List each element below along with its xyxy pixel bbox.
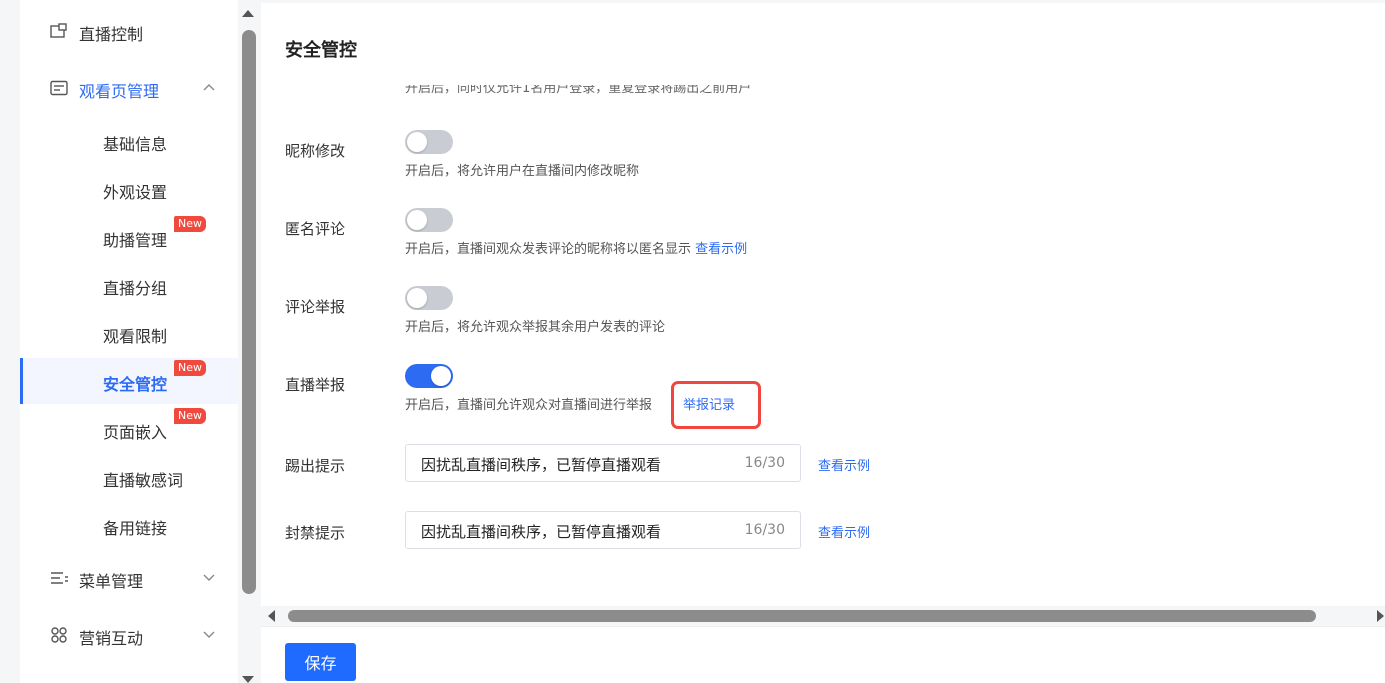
menu-icon bbox=[51, 572, 68, 584]
sidebar-item-appearance[interactable]: 外观设置 bbox=[20, 166, 238, 212]
sidebar: 直播控制 观看页管理 基础信息 外观设置 助播管理 New 直播分组 观看限制 … bbox=[0, 0, 260, 683]
chevron-down-icon bbox=[203, 574, 215, 581]
sidebar-group-menu[interactable]: 菜单管理 bbox=[20, 558, 238, 598]
setting-label: 直播举报 bbox=[285, 376, 346, 394]
sidebar-item-security[interactable]: 安全管控 New bbox=[20, 358, 238, 404]
kick-tip-input[interactable]: 因扰乱直播间秩序，已暂停直播观看 16/30 bbox=[405, 444, 801, 482]
toggle-knob bbox=[407, 210, 427, 230]
sidebar-item-sensitive-words[interactable]: 直播敏感词 bbox=[20, 454, 238, 500]
page-title: 安全管控 bbox=[285, 40, 357, 61]
anonymous-comment-toggle[interactable] bbox=[405, 208, 453, 232]
footer-bar: 保存 bbox=[261, 626, 1385, 683]
setting-label: 匿名评论 bbox=[285, 220, 346, 238]
horizontal-scrollbar[interactable] bbox=[261, 606, 1385, 626]
sidebar-group-label: 菜单管理 bbox=[79, 572, 144, 591]
setting-description: 开启后，将允许观众举报其余用户发表的评论 bbox=[405, 320, 666, 335]
sidebar-group-watch-page[interactable]: 观看页管理 bbox=[20, 68, 238, 108]
chevron-down-icon bbox=[203, 631, 215, 638]
setting-label: 封禁提示 bbox=[285, 524, 346, 542]
setting-description: 开启后，直播间允许观众对直播间进行举报 bbox=[405, 398, 653, 413]
toggle-knob bbox=[431, 366, 451, 386]
sidebar-scrollbar-thumb[interactable] bbox=[242, 30, 256, 594]
toggle-knob bbox=[407, 288, 427, 308]
description-text: 开启后，直播间观众发表评论的昵称将以匿名显示 bbox=[405, 242, 692, 257]
nickname-toggle[interactable] bbox=[405, 130, 453, 154]
live-control-icon bbox=[50, 23, 67, 38]
sidebar-item-watch-limit[interactable]: 观看限制 bbox=[20, 310, 238, 356]
setting-label: 昵称修改 bbox=[285, 142, 346, 160]
setting-description: 开启后，直播间观众发表评论的昵称将以匿名显示 查看示例 bbox=[405, 238, 747, 257]
sidebar-item-backup-link[interactable]: 备用链接 bbox=[20, 502, 238, 548]
sidebar-item-basic-info[interactable]: 基础信息 bbox=[20, 118, 238, 164]
view-example-link[interactable]: 查看示例 bbox=[695, 242, 747, 257]
ban-tip-input[interactable]: 因扰乱直播间秩序，已暂停直播观看 16/30 bbox=[405, 511, 801, 549]
scroll-left-arrow-icon[interactable] bbox=[268, 610, 275, 622]
sidebar-group-marketing[interactable]: 营销互动 bbox=[20, 615, 238, 655]
sidebar-item-label: 直播分组 bbox=[103, 279, 168, 298]
comment-report-toggle[interactable] bbox=[405, 286, 453, 310]
char-count: 16/30 bbox=[744, 455, 785, 471]
chevron-up-icon bbox=[203, 84, 215, 91]
sidebar-group-label: 观看页管理 bbox=[79, 82, 160, 101]
sidebar-item-live-group[interactable]: 直播分组 bbox=[20, 262, 238, 308]
scroll-down-arrow-icon[interactable] bbox=[242, 676, 254, 683]
sidebar-nav: 直播控制 观看页管理 基础信息 外观设置 助播管理 New 直播分组 观看限制 … bbox=[20, 0, 238, 683]
setting-label: 评论举报 bbox=[285, 298, 346, 316]
sidebar-edge bbox=[0, 0, 20, 683]
view-example-link[interactable]: 查看示例 bbox=[818, 455, 870, 474]
view-example-link[interactable]: 查看示例 bbox=[818, 522, 870, 541]
setting-label: 踢出提示 bbox=[285, 457, 346, 475]
sidebar-item-label: 基础信息 bbox=[103, 135, 168, 154]
clipped-description: 开启后，同时仅允许1名用户登录，重复登录将踢出之前用户 bbox=[405, 85, 752, 96]
watch-page-icon bbox=[50, 80, 68, 96]
char-count: 16/30 bbox=[744, 522, 785, 538]
marketing-icon bbox=[51, 627, 67, 643]
sidebar-group-label: 直播控制 bbox=[79, 25, 144, 44]
sidebar-item-label: 备用链接 bbox=[103, 519, 168, 538]
live-report-toggle[interactable] bbox=[405, 364, 453, 388]
sidebar-item-label: 直播敏感词 bbox=[103, 471, 184, 490]
sidebar-item-label: 安全管控 bbox=[103, 375, 168, 394]
app-root: 直播控制 观看页管理 基础信息 外观设置 助播管理 New 直播分组 观看限制 … bbox=[0, 0, 1385, 683]
setting-description: 开启后，将允许用户在直播间内修改昵称 bbox=[405, 164, 640, 179]
sidebar-item-assistant[interactable]: 助播管理 New bbox=[20, 214, 238, 260]
sidebar-item-label: 页面嵌入 bbox=[103, 423, 168, 442]
main-panel: 安全管控 开启后，同时仅允许1名用户登录，重复登录将踢出之前用户 昵称修改 开启… bbox=[261, 0, 1385, 683]
scroll-up-arrow-icon[interactable] bbox=[242, 10, 254, 17]
new-badge: New bbox=[174, 408, 206, 424]
active-indicator bbox=[20, 358, 23, 404]
sidebar-item-label: 外观设置 bbox=[103, 183, 168, 202]
sidebar-item-label: 观看限制 bbox=[103, 327, 168, 346]
sidebar-item-page-embed[interactable]: 页面嵌入 New bbox=[20, 406, 238, 452]
scroll-right-arrow-icon[interactable] bbox=[1377, 610, 1384, 622]
new-badge: New bbox=[174, 360, 206, 376]
horizontal-scrollbar-thumb[interactable] bbox=[288, 610, 1316, 622]
input-value: 因扰乱直播间秩序，已暂停直播观看 bbox=[421, 456, 662, 474]
highlight-annotation-box bbox=[671, 381, 761, 429]
sidebar-group-live-control[interactable]: 直播控制 bbox=[20, 11, 238, 51]
toggle-knob bbox=[407, 132, 427, 152]
new-badge: New bbox=[174, 216, 206, 232]
save-button[interactable]: 保存 bbox=[285, 643, 356, 681]
sidebar-item-label: 助播管理 bbox=[103, 231, 168, 250]
sidebar-group-label: 营销互动 bbox=[79, 629, 144, 648]
input-value: 因扰乱直播间秩序，已暂停直播观看 bbox=[421, 523, 662, 541]
